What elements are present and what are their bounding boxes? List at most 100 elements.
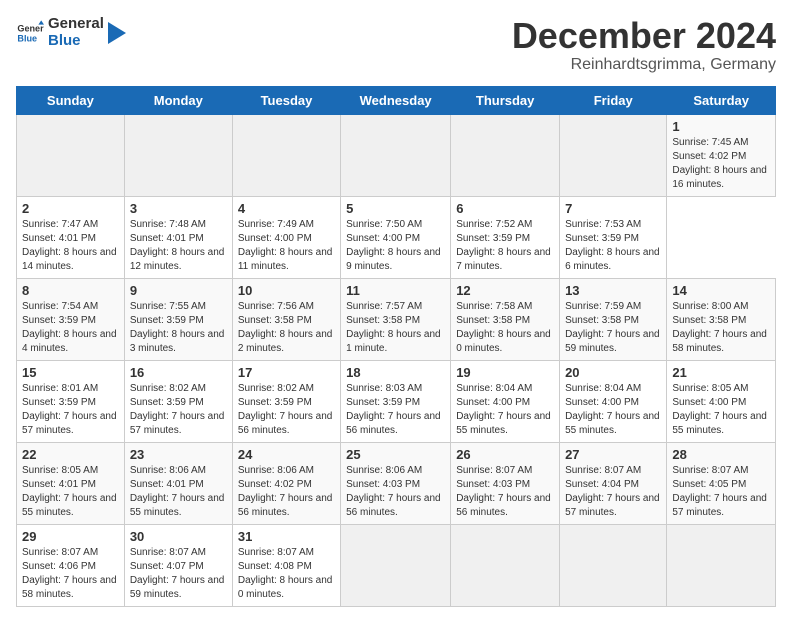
day-number: 31 bbox=[238, 529, 335, 544]
day-number: 19 bbox=[456, 365, 554, 380]
empty-cell bbox=[341, 524, 451, 606]
day-number: 25 bbox=[346, 447, 445, 462]
day-number: 28 bbox=[672, 447, 770, 462]
day-cell-11: 11 Sunrise: 7:57 AMSunset: 3:58 PMDayligh… bbox=[341, 278, 451, 360]
day-info: Sunrise: 8:05 AMSunset: 4:01 PMDaylight:… bbox=[22, 464, 119, 520]
header-wednesday: Wednesday bbox=[341, 86, 451, 114]
empty-cell bbox=[341, 114, 451, 196]
day-cell-10: 10 Sunrise: 7:56 AMSunset: 3:58 PMDayligh… bbox=[232, 278, 340, 360]
logo: General Blue General Blue bbox=[16, 16, 126, 49]
day-cell-31: 31 Sunrise: 8:07 AMSunset: 4:08 PMDayligh… bbox=[232, 524, 340, 606]
day-number: 5 bbox=[346, 201, 445, 216]
day-info: Sunrise: 7:55 AMSunset: 3:59 PMDaylight:… bbox=[130, 300, 227, 356]
day-info: Sunrise: 8:02 AMSunset: 3:59 PMDaylight:… bbox=[130, 382, 227, 438]
day-info: Sunrise: 8:06 AMSunset: 4:03 PMDaylight:… bbox=[346, 464, 445, 520]
day-cell-16: 16 Sunrise: 8:02 AMSunset: 3:59 PMDayligh… bbox=[124, 360, 232, 442]
day-info: Sunrise: 8:07 AMSunset: 4:04 PMDaylight:… bbox=[565, 464, 661, 520]
logo-general: General bbox=[48, 15, 104, 32]
day-number: 23 bbox=[130, 447, 227, 462]
day-info: Sunrise: 8:04 AMSunset: 4:00 PMDaylight:… bbox=[565, 382, 661, 438]
day-number: 4 bbox=[238, 201, 335, 216]
day-number: 17 bbox=[238, 365, 335, 380]
day-number: 15 bbox=[22, 365, 119, 380]
day-number: 14 bbox=[672, 283, 770, 298]
day-cell-22: 22 Sunrise: 8:05 AMSunset: 4:01 PMDayligh… bbox=[17, 442, 125, 524]
day-cell-25: 25 Sunrise: 8:06 AMSunset: 4:03 PMDayligh… bbox=[341, 442, 451, 524]
day-info: Sunrise: 7:50 AMSunset: 4:00 PMDaylight:… bbox=[346, 218, 445, 274]
day-cell-14: 14Sunrise: 8:00 AMSunset: 3:58 PMDayligh… bbox=[667, 278, 776, 360]
week-row-3: 15 Sunrise: 8:01 AMSunset: 3:59 PMDayligh… bbox=[17, 360, 776, 442]
logo-arrow-icon bbox=[108, 22, 126, 44]
empty-cell bbox=[17, 114, 125, 196]
day-cell-3: 3Sunrise: 7:48 AMSunset: 4:01 PMDaylight… bbox=[124, 196, 232, 278]
day-cell-7: 7Sunrise: 7:53 AMSunset: 3:59 PMDaylight… bbox=[560, 196, 667, 278]
header-friday: Friday bbox=[560, 86, 667, 114]
empty-cell bbox=[560, 114, 667, 196]
header-monday: Monday bbox=[124, 86, 232, 114]
day-info: Sunrise: 7:59 AMSunset: 3:58 PMDaylight:… bbox=[565, 300, 661, 356]
day-info: Sunrise: 7:45 AMSunset: 4:02 PMDaylight:… bbox=[672, 136, 770, 192]
empty-cell bbox=[451, 114, 560, 196]
day-number: 1 bbox=[672, 119, 770, 134]
week-row-5: 29Sunrise: 8:07 AMSunset: 4:06 PMDayligh… bbox=[17, 524, 776, 606]
day-info: Sunrise: 8:07 AMSunset: 4:08 PMDaylight:… bbox=[238, 546, 335, 602]
day-info: Sunrise: 7:56 AMSunset: 3:58 PMDaylight:… bbox=[238, 300, 335, 356]
day-number: 16 bbox=[130, 365, 227, 380]
svg-text:General: General bbox=[17, 23, 44, 33]
day-number: 21 bbox=[672, 365, 770, 380]
day-info: Sunrise: 8:07 AMSunset: 4:03 PMDaylight:… bbox=[456, 464, 554, 520]
day-number: 6 bbox=[456, 201, 554, 216]
day-cell-17: 17 Sunrise: 8:02 AMSunset: 3:59 PMDayligh… bbox=[232, 360, 340, 442]
day-number: 26 bbox=[456, 447, 554, 462]
day-number: 24 bbox=[238, 447, 335, 462]
day-info: Sunrise: 7:47 AMSunset: 4:01 PMDaylight:… bbox=[22, 218, 119, 274]
day-cell-9: 9 Sunrise: 7:55 AMSunset: 3:59 PMDaylight… bbox=[124, 278, 232, 360]
day-number: 10 bbox=[238, 283, 335, 298]
week-row-1: 2 Sunrise: 7:47 AMSunset: 4:01 PMDaylight… bbox=[17, 196, 776, 278]
day-number: 2 bbox=[22, 201, 119, 216]
empty-cell bbox=[560, 524, 667, 606]
day-cell-18: 18 Sunrise: 8:03 AMSunset: 3:59 PMDayligh… bbox=[341, 360, 451, 442]
header: General Blue General Blue December 2024 … bbox=[16, 16, 776, 74]
day-number: 12 bbox=[456, 283, 554, 298]
day-cell-26: 26 Sunrise: 8:07 AMSunset: 4:03 PMDayligh… bbox=[451, 442, 560, 524]
day-cell-1: 1 Sunrise: 7:45 AMSunset: 4:02 PMDaylight… bbox=[667, 114, 776, 196]
day-cell-21: 21Sunrise: 8:05 AMSunset: 4:00 PMDayligh… bbox=[667, 360, 776, 442]
calendar-table: SundayMondayTuesdayWednesdayThursdayFrid… bbox=[16, 86, 776, 607]
day-info: Sunrise: 7:48 AMSunset: 4:01 PMDaylight:… bbox=[130, 218, 227, 274]
day-number: 22 bbox=[22, 447, 119, 462]
day-info: Sunrise: 8:04 AMSunset: 4:00 PMDaylight:… bbox=[456, 382, 554, 438]
day-info: Sunrise: 8:01 AMSunset: 3:59 PMDaylight:… bbox=[22, 382, 119, 438]
day-number: 9 bbox=[130, 283, 227, 298]
header-thursday: Thursday bbox=[451, 86, 560, 114]
day-info: Sunrise: 8:02 AMSunset: 3:59 PMDaylight:… bbox=[238, 382, 335, 438]
day-info: Sunrise: 8:03 AMSunset: 3:59 PMDaylight:… bbox=[346, 382, 445, 438]
day-number: 18 bbox=[346, 365, 445, 380]
day-cell-20: 20Sunrise: 8:04 AMSunset: 4:00 PMDayligh… bbox=[560, 360, 667, 442]
day-number: 30 bbox=[130, 529, 227, 544]
day-info: Sunrise: 7:57 AMSunset: 3:58 PMDaylight:… bbox=[346, 300, 445, 356]
day-cell-15: 15 Sunrise: 8:01 AMSunset: 3:59 PMDayligh… bbox=[17, 360, 125, 442]
week-row-4: 22 Sunrise: 8:05 AMSunset: 4:01 PMDayligh… bbox=[17, 442, 776, 524]
day-number: 29 bbox=[22, 529, 119, 544]
header-row: SundayMondayTuesdayWednesdayThursdayFrid… bbox=[17, 86, 776, 114]
day-cell-2: 2 Sunrise: 7:47 AMSunset: 4:01 PMDaylight… bbox=[17, 196, 125, 278]
day-info: Sunrise: 7:52 AMSunset: 3:59 PMDaylight:… bbox=[456, 218, 554, 274]
day-cell-28: 28 Sunrise: 8:07 AMSunset: 4:05 PMDayligh… bbox=[667, 442, 776, 524]
day-number: 7 bbox=[565, 201, 661, 216]
day-info: Sunrise: 7:49 AMSunset: 4:00 PMDaylight:… bbox=[238, 218, 335, 274]
day-info: Sunrise: 7:54 AMSunset: 3:59 PMDaylight:… bbox=[22, 300, 119, 356]
day-cell-12: 12Sunrise: 7:58 AMSunset: 3:58 PMDayligh… bbox=[451, 278, 560, 360]
day-cell-29: 29Sunrise: 8:07 AMSunset: 4:06 PMDayligh… bbox=[17, 524, 125, 606]
day-info: Sunrise: 8:07 AMSunset: 4:05 PMDaylight:… bbox=[672, 464, 770, 520]
day-info: Sunrise: 8:06 AMSunset: 4:01 PMDaylight:… bbox=[130, 464, 227, 520]
empty-cell bbox=[232, 114, 340, 196]
month-title: December 2024 bbox=[512, 16, 776, 56]
day-number: 11 bbox=[346, 283, 445, 298]
day-cell-6: 6 Sunrise: 7:52 AMSunset: 3:59 PMDaylight… bbox=[451, 196, 560, 278]
day-number: 8 bbox=[22, 283, 119, 298]
logo-blue: Blue bbox=[48, 32, 81, 49]
day-cell-23: 23 Sunrise: 8:06 AMSunset: 4:01 PMDayligh… bbox=[124, 442, 232, 524]
location-title: Reinhardtsgrimma, Germany bbox=[512, 56, 776, 74]
week-row-0: 1 Sunrise: 7:45 AMSunset: 4:02 PMDaylight… bbox=[17, 114, 776, 196]
